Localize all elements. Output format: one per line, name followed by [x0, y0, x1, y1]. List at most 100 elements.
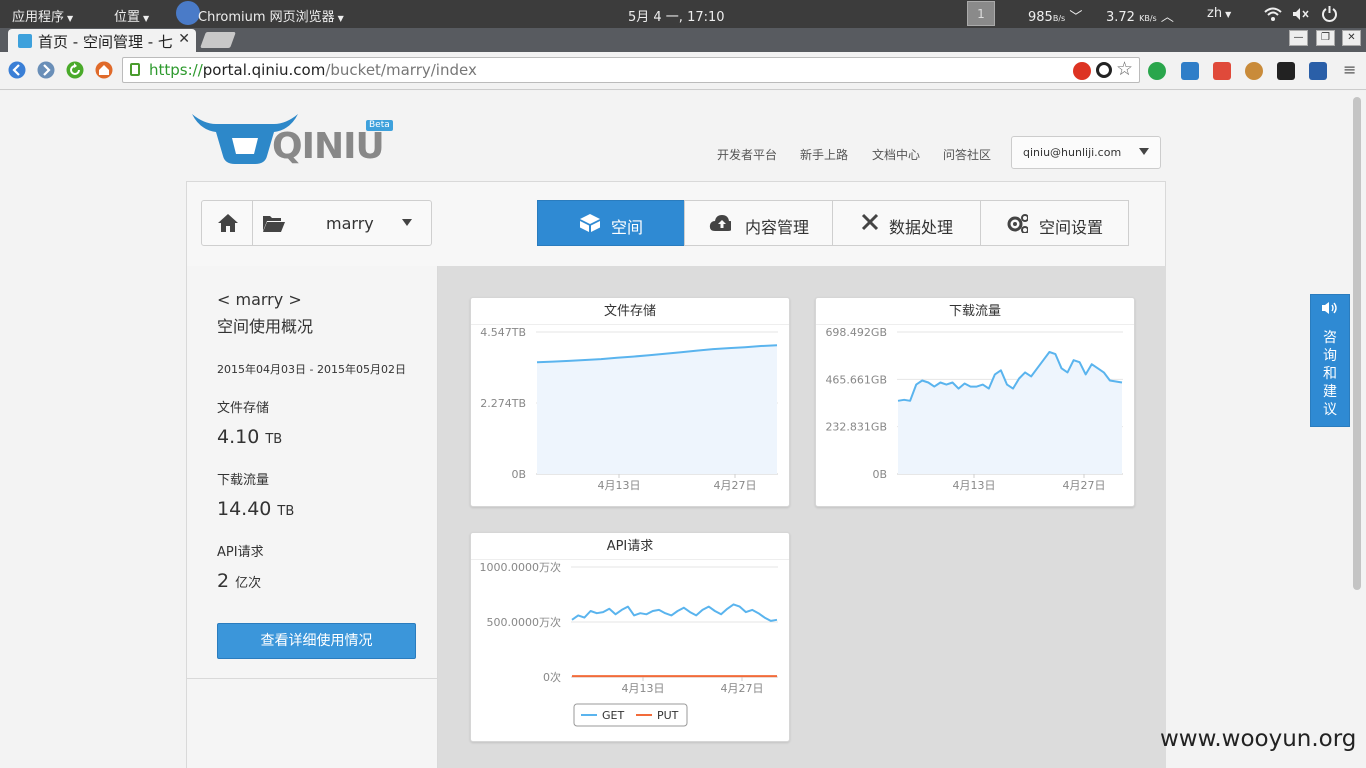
feedback-char: 咨: [1323, 330, 1337, 346]
browser-toolbar: https://portal.qiniu.com/bucket/marry/in…: [0, 52, 1366, 90]
legend-label: PUT: [657, 709, 679, 722]
window-minimize-button[interactable]: —: [1289, 30, 1308, 46]
lock-icon: [130, 63, 140, 76]
api-value: 2: [217, 570, 230, 592]
up-arrow-icon: ︿: [1160, 10, 1174, 25]
bucket-caret-down-icon: [402, 219, 412, 226]
feedback-button[interactable]: 咨 询 和 建 议: [1310, 294, 1350, 427]
feedback-char: 议: [1323, 402, 1337, 418]
tab-data-processing[interactable]: 数据处理: [832, 200, 981, 246]
browser-menu-icon[interactable]: ≡: [1343, 62, 1357, 78]
x-tick-label: 4月27日: [721, 682, 764, 695]
y-tick-label: 1000.0000万次: [480, 560, 562, 574]
tab-title: 首页 - 空间管理 - 七: [38, 33, 173, 51]
y-tick-label: 0次: [543, 670, 561, 684]
tab-content-management-label: 内容管理: [745, 218, 810, 237]
workspace-switcher[interactable]: 1: [967, 1, 995, 26]
wifi-icon[interactable]: [1264, 6, 1282, 22]
x-tick-label: 4月13日: [953, 479, 996, 492]
feedback-char: 和: [1323, 366, 1337, 382]
window-maximize-button[interactable]: ❐: [1316, 30, 1335, 46]
user-dropdown[interactable]: qiniu@hunliji.com: [1011, 136, 1161, 169]
lang-indicator[interactable]: zh ▼: [1207, 6, 1231, 21]
x-tick-label: 4月13日: [598, 479, 641, 492]
link-getting-started[interactable]: 新手上路: [800, 146, 848, 163]
extension-cloud-icon[interactable]: [1181, 62, 1199, 80]
user-email: qiniu@hunliji.com: [1023, 146, 1122, 159]
legend-label: GET: [602, 709, 624, 722]
view-detailed-usage-button[interactable]: 查看详细使用情况: [217, 623, 416, 659]
date-range: 2015年04月03日 - 2015年05月02日: [217, 363, 406, 376]
feedback-text: 咨 询 和 建 议: [1311, 329, 1349, 419]
os-places-menu[interactable]: 位置 ▼: [114, 6, 149, 25]
volume-muted-icon[interactable]: [1292, 7, 1310, 21]
tab-space-settings[interactable]: 空间设置: [980, 200, 1129, 246]
bucket-home-button[interactable]: [202, 201, 253, 245]
down-arrow-icon: ﹀: [1069, 10, 1083, 25]
y-tick-label: 698.492GB: [825, 326, 887, 339]
g-extension-icon[interactable]: [1096, 62, 1112, 78]
traffic-value: 14.40: [217, 498, 272, 520]
window-close-button[interactable]: ✕: [1342, 30, 1361, 46]
beta-badge: Beta: [366, 120, 393, 131]
url-host: portal.qiniu.com: [202, 61, 326, 79]
mask-extension-icon[interactable]: [1277, 62, 1295, 80]
storage-label: 文件存储: [217, 401, 270, 416]
back-icon[interactable]: [8, 61, 26, 79]
speaker-icon: [1322, 302, 1337, 314]
address-bar[interactable]: https://portal.qiniu.com/bucket/marry/in…: [122, 57, 1140, 83]
storage-stat: 4.10 TB: [217, 426, 282, 448]
browser-tab[interactable]: 首页 - 空间管理 - 七 ✕: [8, 29, 196, 52]
extension-green-icon[interactable]: [1148, 62, 1166, 80]
forward-icon[interactable]: [37, 61, 55, 79]
os-top-panel: 应用程序 ▼ 位置 ▼ Chromium 网页浏览器 ▼ 5月 4 一, 17:10 …: [0, 0, 1366, 28]
y-tick-label: 232.831GB: [825, 421, 887, 434]
feedback-char: 询: [1323, 348, 1337, 364]
y-tick-label: 2.274TB: [480, 397, 526, 410]
reload-icon[interactable]: [66, 61, 84, 79]
page-scrollbar[interactable]: [1353, 97, 1361, 590]
y-tick-label: 500.0000万次: [487, 615, 562, 629]
y-tick-label: 465.661GB: [825, 373, 887, 386]
extension-blue-icon[interactable]: [1309, 62, 1327, 80]
sidebar-divider: [187, 678, 437, 679]
tab-close-icon[interactable]: ✕: [178, 31, 190, 47]
os-clock[interactable]: 5月 4 一, 17:10: [628, 6, 725, 25]
net-up-value: 3.72: [1106, 10, 1135, 25]
api-unit: 亿次: [235, 576, 262, 591]
api-chart: 1000.0000万次 500.0000万次 0次 4月13日 4月27日 GET PUT: [480, 560, 778, 727]
x-tick-label: 4月27日: [714, 479, 757, 492]
link-qa-community[interactable]: 问答社区: [943, 146, 991, 163]
new-tab-button[interactable]: [200, 32, 236, 48]
bookmark-star-icon[interactable]: ☆: [1116, 58, 1133, 80]
os-apps-menu[interactable]: 应用程序 ▼: [12, 6, 73, 25]
tab-space[interactable]: 空间: [537, 200, 685, 246]
power-icon[interactable]: [1321, 5, 1338, 22]
storage-chart-title: 文件存储: [471, 298, 789, 325]
link-developer-platform[interactable]: 开发者平台: [717, 146, 777, 163]
x-tick-label: 4月13日: [622, 682, 665, 695]
tab-content-management[interactable]: 内容管理: [684, 200, 833, 246]
tab-space-settings-label: 空间设置: [1039, 218, 1104, 237]
net-down-value: 985: [1028, 10, 1053, 25]
url-scheme: https://: [149, 61, 203, 79]
y-tick-label: 0B: [872, 468, 887, 481]
traffic-chart: 698.492GB 465.661GB 232.831GB 0B 4月13日 4月27日: [825, 326, 1123, 492]
logo-text: QINIU: [272, 126, 385, 167]
storage-value: 4.10: [217, 426, 260, 448]
qiniu-favicon-icon: [18, 34, 32, 48]
cube-icon: [580, 214, 600, 232]
link-docs-center[interactable]: 文档中心: [872, 146, 920, 163]
net-speed-up: 3.72 KB/s ︿: [1106, 6, 1174, 25]
cookie-icon[interactable]: [1245, 62, 1263, 80]
extension-red-icon[interactable]: [1213, 62, 1231, 80]
home-icon[interactable]: [95, 61, 113, 79]
pro-extension-icon[interactable]: [1073, 62, 1091, 80]
tab-space-label: 空间: [611, 218, 644, 237]
sidebar-overview-title: 空间使用概况: [217, 317, 314, 336]
browser-tab-strip: 首页 - 空间管理 - 七 ✕ — ❐ ✕: [0, 28, 1366, 52]
api-chart-card: 1000.0000万次 500.0000万次 0次 4月13日 4月27日 GET PUT …: [470, 532, 790, 742]
os-browser-menu[interactable]: Chromium 网页浏览器 ▼: [198, 6, 344, 25]
bucket-selector[interactable]: marry: [201, 200, 432, 246]
api-label: API请求: [217, 545, 264, 560]
